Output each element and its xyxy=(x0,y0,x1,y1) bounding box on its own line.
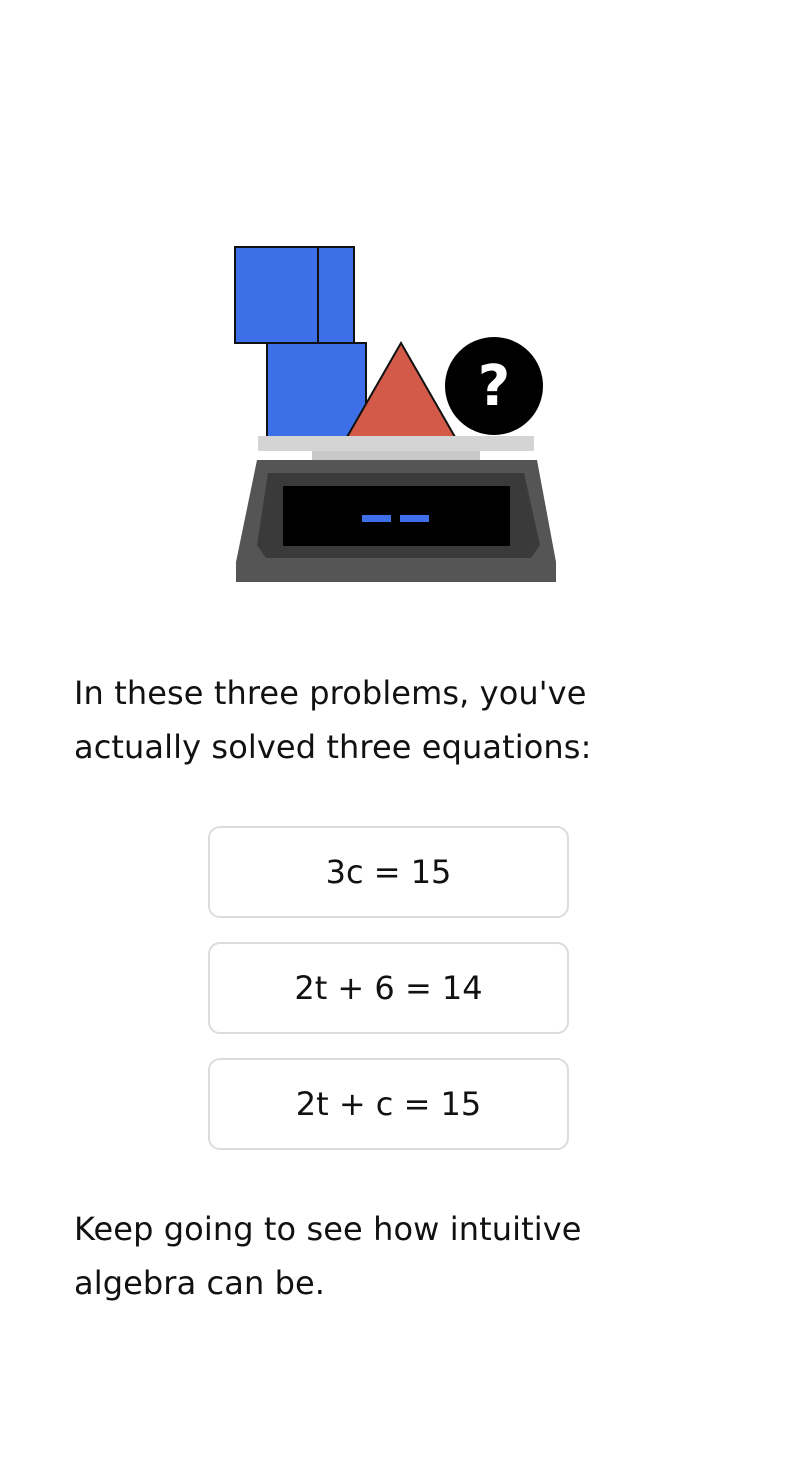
outro-paragraph: Keep going to see how intuitive algebra … xyxy=(74,1210,582,1302)
equation-list: 3c = 15 2t + 6 = 14 2t + c = 15 xyxy=(208,826,569,1174)
question-circle-icon: ? xyxy=(445,337,543,435)
equation-card: 3c = 15 xyxy=(208,826,569,918)
blue-square-top-icon xyxy=(234,246,355,344)
equation-card: 2t + c = 15 xyxy=(208,1058,569,1150)
scale-body xyxy=(236,460,556,582)
scale-platform xyxy=(258,436,534,451)
balance-scale-illustration: ? xyxy=(234,246,556,582)
blue-square-bottom-icon xyxy=(266,342,367,438)
equation-card: 2t + 6 = 14 xyxy=(208,942,569,1034)
intro-paragraph: In these three problems, you've actually… xyxy=(74,674,592,766)
question-mark: ? xyxy=(478,354,510,419)
scale-neck xyxy=(312,451,480,460)
